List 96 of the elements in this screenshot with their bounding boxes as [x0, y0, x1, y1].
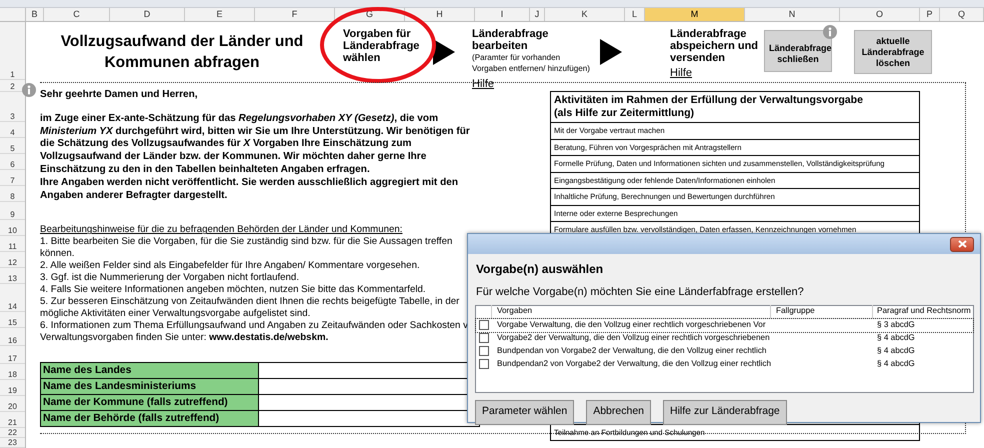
letter-text: die Schätzung des Vollzugsaufwandes für X Vorgaben Ihre Einschätzung zum	[40, 138, 412, 152]
arrow-icon	[600, 39, 622, 65]
column-header[interactable]: P	[920, 8, 940, 21]
hint-text: mögliche Aktivitäten einer Verwaltungsvorgabe aufgelistet sind.	[40, 308, 312, 320]
column-header[interactable]: O	[840, 8, 920, 21]
column-heading[interactable]: Vorgaben	[492, 305, 771, 318]
list-cell-text: Vorgabe2 der Verwaltung, die den Vollzug einer rechtlich vorgeschriebenen	[496, 332, 771, 344]
sheet-button[interactable]: aktuelle Länderabfrage löschen	[854, 30, 932, 74]
hint-text: können.	[40, 248, 76, 260]
hint-text: 5. Zur besseren Einschätzung von Zeitaufwänden dient Ihnen die rechts beigefügte Tabelle, in der	[40, 296, 460, 308]
checkbox[interactable]	[479, 320, 489, 330]
row-header[interactable]: 23	[0, 438, 25, 448]
close-button[interactable]	[950, 236, 974, 252]
hint-text: 2. Alle weißen Felder sind als Eingabefelder für Ihre Angaben/ Kommentare vorgesehen.	[40, 260, 421, 272]
form-label: Name der Kommune (falls zutreffend)	[40, 394, 258, 411]
dialog-question: Für welche Vorgabe(n) möchten Sie eine Länderfabfrage erstellen?	[476, 285, 805, 300]
letter-text: Ihre Angaben werden nicht veröffentlicht. Sie werden ausschließlich aggregiert mit den	[40, 176, 460, 190]
form-label: Name der Behörde (falls zutreffend)	[40, 410, 258, 427]
greeting-text: Sehr geehrte Damen und Herren,	[40, 89, 199, 102]
sheet-title: Vollzugsaufwand der Länder und Kommunen abfragen	[60, 32, 304, 73]
sheet-button[interactable]: Länderabfrage schließen	[764, 30, 832, 72]
row-header[interactable]: 12	[0, 252, 25, 268]
column-header[interactable]: F	[255, 8, 335, 21]
column-header[interactable]: E	[185, 8, 255, 21]
row-header[interactable]: 21	[0, 412, 25, 428]
row-header[interactable]: 7	[0, 170, 25, 186]
column-header[interactable]: I	[475, 8, 530, 21]
list-cell-text: § 4 abcdG	[876, 358, 916, 370]
list-cell-text: Vorgabe Verwaltung, die den Vollzug einer rechtlich vorgeschriebenen Vor	[496, 318, 767, 331]
column-header[interactable]: J	[530, 8, 545, 21]
step-subtitle: (Paramter für vorhanden Vorgaben entfernen/ hinzufügen)	[472, 52, 591, 74]
row-header[interactable]: 1	[0, 22, 25, 80]
row-header[interactable]: 5	[0, 138, 25, 154]
row-header[interactable]: 10	[0, 220, 25, 236]
letter-text: Vollzugsaufwand der Länder bzw. der Kommunen. Wir möchten daher gerne Ihre	[40, 151, 428, 164]
close-icon	[958, 240, 966, 248]
column-heading[interactable]: Fallgruppe	[771, 305, 873, 318]
row-header[interactable]: 17	[0, 346, 25, 364]
list-cell-text: Bundpendan2 von Vorgabe2 der Verwaltung, die den Vollzug einer rechtlich	[496, 358, 771, 370]
list-row[interactable]: Vorgabe Verwaltung, die den Vollzug einer rechtlich vorgeschriebenen Vor § 3 abcdG	[476, 318, 973, 332]
hint-text: 3. Ggf. ist die Nummerierung der Vorgaben nicht fortlaufend.	[40, 272, 300, 284]
letter-text: Angaben anderer Befragter dargestellt.	[40, 190, 228, 202]
row-header[interactable]: 13	[0, 268, 25, 284]
step-title: Länderabfrage bearbeiten	[472, 28, 550, 52]
table-heading: (als Hilfe zur Zeitermittlung)	[554, 107, 696, 120]
column-header[interactable]: G	[335, 8, 405, 21]
help-link[interactable]: Hilfe	[670, 67, 692, 79]
list-row[interactable]: Bundpendan von Vorgabe2 der Verwaltung, die den Vollzug einer rechtlich § 4 abcdG	[476, 344, 973, 358]
step-title: Länderabfrage abspeichern und versenden	[670, 28, 760, 64]
checkbox[interactable]	[479, 346, 489, 356]
row-header[interactable]: 14	[0, 284, 25, 312]
row-header[interactable]: 16	[0, 328, 25, 346]
list-cell-text: § 3 abcdG	[876, 318, 916, 331]
list-row[interactable]: Vorgabe2 der Verwaltung, die den Vollzug einer rechtlich vorgeschriebenen § 4 abcdG	[476, 332, 973, 344]
column-heading[interactable]: Paragraf und Rechtsnorm	[873, 305, 973, 318]
list-cell-text: § 4 abcdG	[876, 344, 916, 357]
row-header[interactable]: 9	[0, 202, 25, 220]
letter-text: Einschätzung zu den in den Tabellen beinhalteten Angaben erfragen.	[40, 164, 371, 177]
dialog-button[interactable]: Parameter wählen	[475, 400, 574, 424]
form-label: Name des Landes	[40, 362, 258, 379]
hint-text: Verwaltungsvorgaben finden Sie unter: www.destatis.de/webskm.	[40, 332, 330, 344]
row-header[interactable]: 20	[0, 396, 25, 412]
list-cell-text: Bundpendan von Vorgabe2 der Verwaltung, die den Vollzug einer rechtlich	[496, 344, 768, 357]
checkbox[interactable]	[479, 333, 489, 343]
column-header[interactable]: N	[745, 8, 840, 21]
hints-heading: Bearbeitungshinweise für die zu befragenden Behörden der Länder und Kommunen:	[40, 224, 404, 236]
table-heading: Aktivitäten im Rahmen der Erfüllung der Verwaltungsvorgabe	[554, 94, 864, 107]
step-title: Vorgaben für Länderabfrage wählen	[343, 28, 420, 64]
dialog-heading: Vorgabe(n) auswählen	[476, 261, 604, 278]
letter-text: im Zuge einer Ex-ante-Schätzung für das Regelungsvorhaben XY (Gesetz), die vom	[40, 112, 440, 126]
row-header[interactable]: 11	[0, 236, 25, 252]
row-header[interactable]: 18	[0, 364, 25, 380]
row-header[interactable]: 19	[0, 380, 25, 396]
column-header[interactable]: D	[110, 8, 185, 21]
row-header[interactable]: 15	[0, 312, 25, 328]
column-header[interactable]: M	[645, 8, 745, 21]
info-icon[interactable]	[22, 83, 36, 97]
dialog-button[interactable]: Hilfe zur Länderabfrage	[663, 400, 787, 424]
row-header[interactable]: 6	[0, 154, 25, 170]
row-header[interactable]: 4	[0, 122, 25, 138]
column-header[interactable]: K	[545, 8, 625, 21]
column-header[interactable]: C	[44, 8, 110, 21]
column-header[interactable]: Q	[940, 8, 984, 21]
form-label: Name des Landesministeriums	[40, 378, 258, 395]
arrow-icon	[433, 39, 455, 65]
column-header[interactable]: H	[405, 8, 475, 21]
dialog-button[interactable]: Abbrechen	[586, 400, 652, 424]
list-cell-text: § 4 abcdG	[876, 332, 916, 344]
list-row[interactable]: Bundpendan2 von Vorgabe2 der Verwaltung, die den Vollzug einer rechtlich § 4 abcdG	[476, 358, 973, 370]
row-header[interactable]: 8	[0, 186, 25, 202]
hint-text: 1. Bitte bearbeiten Sie die Vorgaben, für die Sie zuständig sind bzw. für die Sie Aussagen treffen	[40, 236, 454, 248]
letter-text: Ministerium YX durchgeführt wird, bitten wir Sie um Ihre Unterstützung. Wir benötigen für	[40, 126, 471, 138]
row-header[interactable]: 22	[0, 428, 25, 438]
checkbox[interactable]	[479, 359, 489, 369]
column-header[interactable]: B	[26, 8, 44, 21]
info-icon[interactable]	[823, 25, 837, 39]
